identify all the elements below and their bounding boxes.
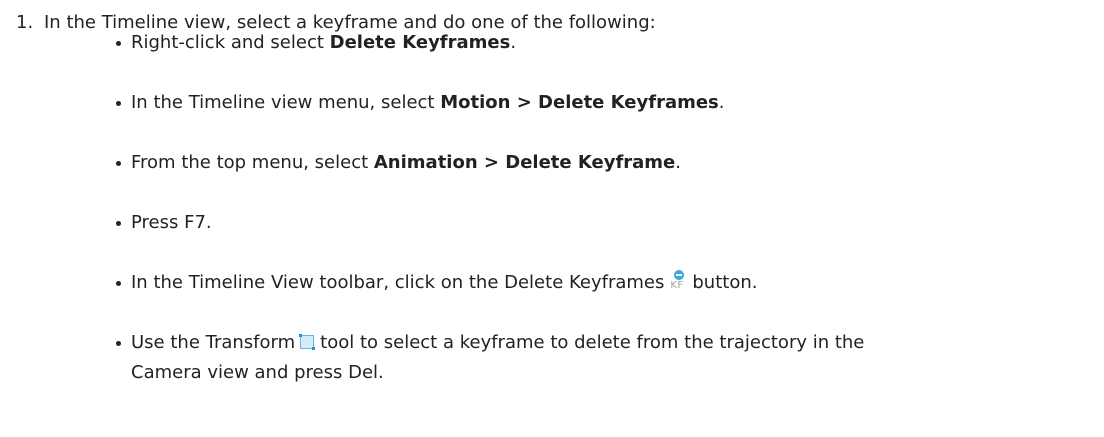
- list-item-continuation: Camera view and press Del.: [131, 362, 384, 383]
- bullet-dot: [116, 281, 121, 286]
- bullet-dot: [116, 161, 121, 166]
- transform-tool-icon: [299, 334, 316, 350]
- shortcut-text: Press F7.: [131, 212, 212, 233]
- step-number: 1.: [16, 12, 34, 33]
- menu-command: Animation > Delete Keyframe: [373, 152, 676, 173]
- bullet-dot: [116, 221, 121, 226]
- delete-keyframes-icon: KF: [669, 270, 689, 294]
- bullet-dot: [116, 341, 121, 346]
- bullet-dot: [116, 101, 121, 106]
- menu-command: Motion > Delete Keyframes: [440, 92, 719, 113]
- menu-command: Delete Keyframes: [329, 32, 511, 53]
- bullet-dot: [116, 41, 121, 46]
